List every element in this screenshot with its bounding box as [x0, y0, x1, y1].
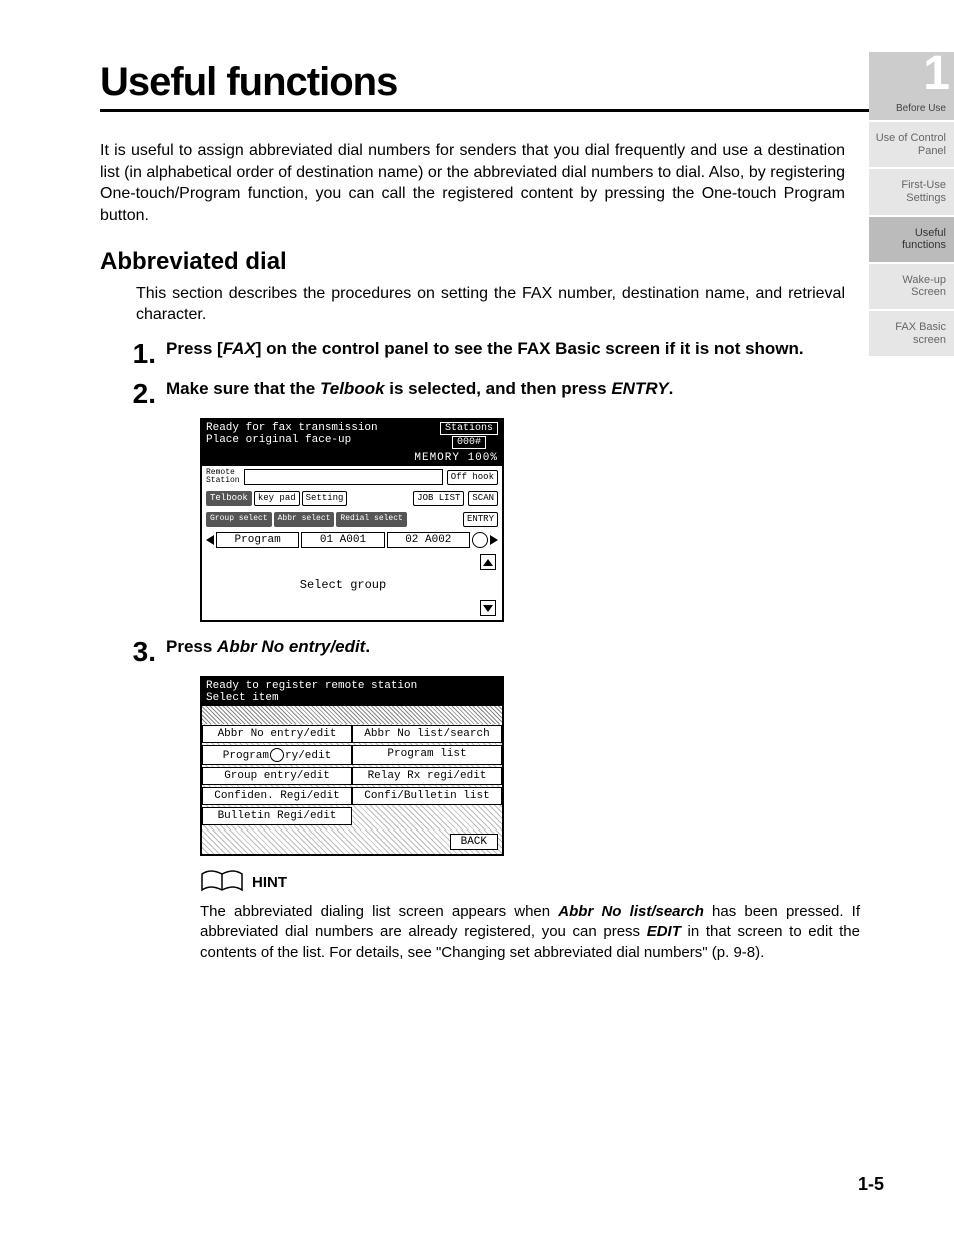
confiden-regi-edit-button[interactable]: Confiden. Regi/edit	[202, 787, 352, 805]
select-group-label: Select group	[206, 579, 480, 592]
up-arrow-button[interactable]	[480, 554, 496, 570]
left-arrow-icon[interactable]	[206, 535, 214, 545]
step-2: 2. Make sure that the Telbook is selecte…	[100, 378, 845, 408]
hint-block: HINT The abbreviated dialing list screen…	[200, 870, 860, 963]
remote-station-field[interactable]	[244, 469, 443, 485]
step-number: 2.	[100, 378, 166, 408]
down-arrow-button[interactable]	[480, 600, 496, 616]
chapter-tabs: 1 Before Use Use of Control Panel First-…	[869, 50, 954, 356]
abbr-no-entry-edit-button[interactable]: Abbr No entry/edit	[202, 725, 352, 743]
tab-first-use-settings[interactable]: First-Use Settings	[869, 167, 954, 214]
stations-label: Stations	[440, 422, 498, 435]
group-entry-edit-button[interactable]: Group entry/edit	[202, 767, 352, 785]
lcd-screenshot-1: Ready for fax transmission Place origina…	[200, 418, 894, 622]
scan-button[interactable]: SCAN	[468, 491, 498, 506]
tab-useful-functions[interactable]: Useful functions	[869, 215, 954, 262]
step-text: Press Abbr No entry/edit.	[166, 636, 845, 658]
stations-value: 000#	[452, 436, 486, 449]
program-list-button[interactable]: Program list	[352, 745, 502, 765]
tab-control-panel[interactable]: Use of Control Panel	[869, 120, 954, 167]
lcd2-hatch	[202, 706, 502, 724]
program-cell[interactable]: Program	[216, 532, 299, 548]
intro-paragraph: It is useful to assign abbreviated dial …	[100, 140, 845, 226]
procedure-list: 1. Press [FAX] on the control panel to s…	[100, 338, 845, 408]
program-slot-1[interactable]: 01 A001	[301, 532, 384, 548]
right-arrow-icon[interactable]	[490, 535, 498, 545]
tab-before-use[interactable]: 1 Before Use	[869, 50, 954, 120]
tab-fax-basic-screen[interactable]: FAX Basic screen	[869, 309, 954, 356]
procedure-list-cont: 3. Press Abbr No entry/edit.	[100, 636, 845, 666]
offhook-button[interactable]: Off hook	[447, 470, 498, 485]
memory-indicator: MEMORY 100%	[202, 452, 502, 466]
program-entry-edit-button[interactable]: Programry/edit	[202, 745, 352, 765]
cursor-icon	[472, 532, 488, 548]
hint-text: The abbreviated dialing list screen appe…	[200, 902, 860, 963]
lcd2-status-line1: Ready to register remote station	[206, 680, 498, 692]
subsection-heading: Abbreviated dial	[100, 248, 894, 276]
bulletin-regi-edit-button[interactable]: Bulletin Regi/edit	[202, 807, 352, 825]
abbr-select-button[interactable]: Abbr select	[274, 512, 335, 527]
redial-select-button[interactable]: Redial select	[336, 512, 406, 527]
step-3: 3. Press Abbr No entry/edit.	[100, 636, 845, 666]
entry-button[interactable]: ENTRY	[463, 512, 498, 527]
tab-wakeup-screen[interactable]: Wake-up Screen	[869, 262, 954, 309]
remote-station-label: RemoteStation	[206, 469, 240, 485]
title-rule: Useful functions	[100, 60, 894, 112]
lcd-screenshot-2: Ready to register remote station Select …	[200, 676, 894, 856]
step-text: Press [FAX] on the control panel to see …	[166, 338, 845, 360]
page-title: Useful functions	[100, 60, 397, 105]
hint-label: HINT	[252, 874, 287, 891]
joblist-button[interactable]: JOB LIST	[413, 491, 464, 506]
relay-rx-regi-edit-button[interactable]: Relay Rx regi/edit	[352, 767, 502, 785]
page-number: 1-5	[858, 1174, 884, 1195]
group-select-button[interactable]: Group select	[206, 512, 272, 527]
cursor-icon	[270, 748, 284, 762]
step-text: Make sure that the Telbook is selected, …	[166, 378, 845, 400]
document-page: Useful functions It is useful to assign …	[0, 0, 954, 1235]
lcd-status-line2: Place original face-up	[206, 434, 378, 446]
setting-tab[interactable]: Setting	[302, 491, 348, 506]
step-1: 1. Press [FAX] on the control panel to s…	[100, 338, 845, 368]
lcd2-status-line2: Select item	[206, 692, 498, 704]
telbook-tab[interactable]: Telbook	[206, 491, 252, 506]
program-slot-2[interactable]: 02 A002	[387, 532, 470, 548]
subsection-description: This section describes the procedures on…	[100, 284, 845, 326]
confi-bulletin-list-button[interactable]: Confi/Bulletin list	[352, 787, 502, 805]
step-number: 3.	[100, 636, 166, 666]
back-button[interactable]: BACK	[450, 834, 498, 850]
lcd-status-line1: Ready for fax transmission	[206, 422, 378, 434]
book-icon	[200, 870, 244, 894]
step-number: 1.	[100, 338, 166, 368]
chapter-number: 1	[923, 46, 950, 101]
keypad-tab[interactable]: key pad	[254, 491, 300, 506]
abbr-no-list-search-button[interactable]: Abbr No list/search	[352, 725, 502, 743]
